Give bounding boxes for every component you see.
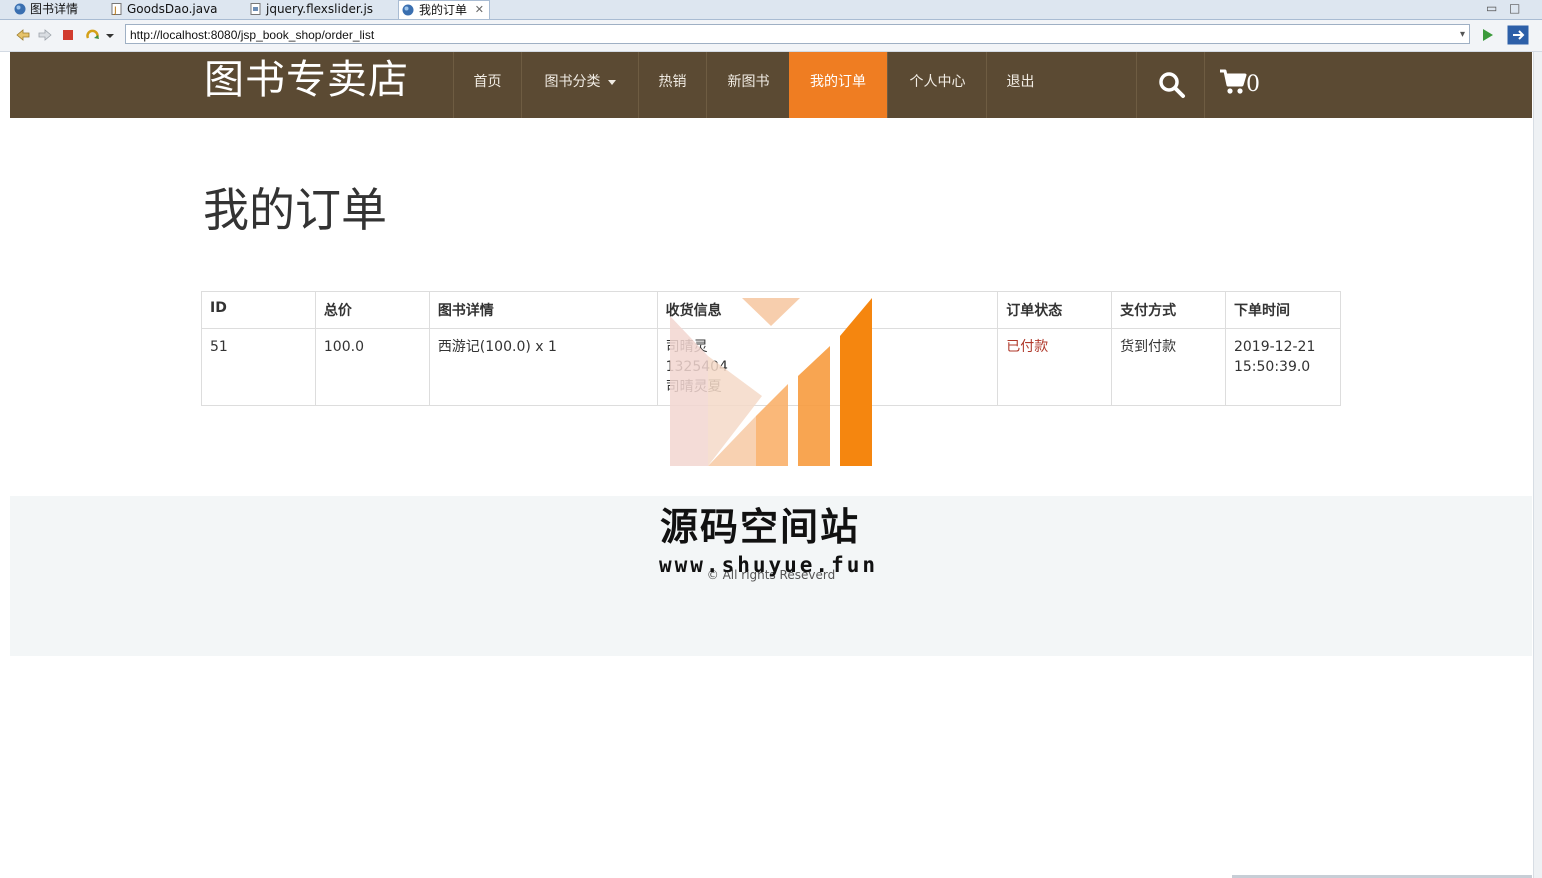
tab-label: 我的订单 — [419, 3, 468, 17]
close-icon[interactable]: ✕ — [475, 1, 484, 19]
column-header: 下单时间 — [1224, 291, 1342, 329]
forward-icon[interactable] — [36, 26, 54, 44]
copyright-text: © All rights Reseverd — [706, 568, 836, 582]
cart-count[interactable]: 0 — [1246, 72, 1260, 97]
order-id: 51 — [201, 328, 316, 406]
top-navbar: 图书专卖店 首页 图书分类 热销 新图书 我的订单 个人中心 退出 0 — [10, 52, 1532, 118]
search-button[interactable] — [1136, 52, 1204, 118]
minimize-icon[interactable]: ▭ — [1486, 1, 1497, 15]
table-row: 51 100.0 西游记(100.0) x 1 司晴灵 1325404 司晴灵夏… — [201, 328, 1342, 406]
nav-new-books[interactable]: 新图书 — [706, 52, 790, 118]
tab-label: 图书详情 — [30, 2, 79, 16]
order-shipping-info: 司晴灵 1325404 司晴灵夏 — [656, 328, 999, 406]
tab-label: jquery.flexslider.js — [266, 2, 374, 16]
nav-label: 退出 — [1006, 74, 1035, 90]
nav-profile[interactable]: 个人中心 — [887, 52, 987, 118]
open-external-icon[interactable] — [1507, 25, 1529, 45]
nav-label: 热销 — [658, 74, 687, 90]
url-field[interactable]: http://localhost:8080/jsp_book_shop/orde… — [125, 24, 1470, 44]
java-file-icon: J — [111, 3, 122, 15]
order-date: 2019-12-21 — [1233, 339, 1316, 355]
nav-logout[interactable]: 退出 — [986, 52, 1054, 118]
nav-label: 新图书 — [727, 74, 770, 90]
column-header: 支付方式 — [1111, 291, 1226, 329]
column-header: ID — [201, 291, 316, 329]
order-total: 100.0 — [314, 328, 430, 406]
order-book-detail: 西游记(100.0) x 1 — [428, 328, 658, 406]
js-file-icon — [250, 3, 261, 15]
cart-button[interactable] — [1204, 52, 1284, 118]
caret-down-icon — [607, 79, 616, 85]
chevron-down-icon[interactable]: ▾ — [1460, 25, 1465, 45]
back-icon[interactable] — [14, 26, 32, 44]
nav-label: 我的订单 — [810, 74, 866, 90]
refresh-icon[interactable] — [84, 26, 102, 44]
column-header: 总价 — [314, 291, 430, 329]
nav-my-orders[interactable]: 我的订单 — [789, 52, 887, 118]
editor-tab-strip: 图书详情 J GoodsDao.java jquery.flexslider.j… — [0, 0, 1542, 20]
maximize-icon[interactable]: □ — [1509, 1, 1520, 15]
tab-label: GoodsDao.java — [127, 2, 218, 16]
globe-icon — [402, 4, 414, 16]
stop-icon[interactable] — [59, 26, 77, 44]
nav-label: 图书分类 — [544, 74, 601, 90]
order-status: 已付款 — [997, 328, 1113, 406]
scrollbar-track[interactable] — [1533, 52, 1542, 878]
search-icon — [1159, 72, 1185, 98]
cart-icon — [1220, 69, 1247, 94]
web-page: 图书专卖店 首页 图书分类 热销 新图书 我的订单 个人中心 退出 0 我的订单… — [10, 52, 1532, 878]
svg-text:J: J — [113, 6, 117, 15]
go-icon[interactable] — [1478, 26, 1496, 44]
column-header: 订单状态 — [997, 291, 1113, 329]
chevron-down-icon[interactable] — [104, 26, 116, 44]
url-text: http://localhost:8080/jsp_book_shop/orde… — [130, 28, 375, 42]
receiver-address: 司晴灵夏 — [665, 379, 722, 395]
table-header-row: ID 总价 图书详情 收货信息 订单状态 支付方式 下单时间 — [201, 291, 1342, 329]
receiver-phone: 1325404 — [665, 359, 728, 375]
receiver-name: 司晴灵 — [665, 339, 708, 355]
column-header: 收货信息 — [656, 291, 999, 329]
page-footer: © All rights Reseverd — [10, 496, 1532, 656]
tab-flexslider[interactable]: jquery.flexslider.js — [250, 0, 373, 18]
tab-book-detail[interactable]: 图书详情 — [14, 0, 78, 18]
order-clock: 15:50:39.0 — [1233, 359, 1311, 375]
tab-goodsdao[interactable]: J GoodsDao.java — [111, 0, 218, 18]
tab-my-orders[interactable]: 我的订单 ✕ — [398, 0, 491, 19]
order-payment: 货到付款 — [1111, 328, 1226, 406]
globe-icon — [14, 3, 26, 15]
column-header: 图书详情 — [428, 291, 658, 329]
site-brand[interactable]: 图书专卖店 — [204, 54, 409, 106]
nav-label: 个人中心 — [909, 74, 966, 90]
nav-hot[interactable]: 热销 — [638, 52, 706, 118]
nav-categories[interactable]: 图书分类 — [521, 52, 638, 118]
page-title: 我的订单 — [203, 183, 387, 237]
browser-toolbar: http://localhost:8080/jsp_book_shop/orde… — [0, 20, 1542, 52]
nav-home[interactable]: 首页 — [453, 52, 521, 118]
order-time: 2019-12-21 15:50:39.0 — [1224, 328, 1342, 406]
nav-label: 首页 — [473, 74, 502, 90]
orders-table: ID 总价 图书详情 收货信息 订单状态 支付方式 下单时间 51 100.0 … — [201, 291, 1342, 406]
